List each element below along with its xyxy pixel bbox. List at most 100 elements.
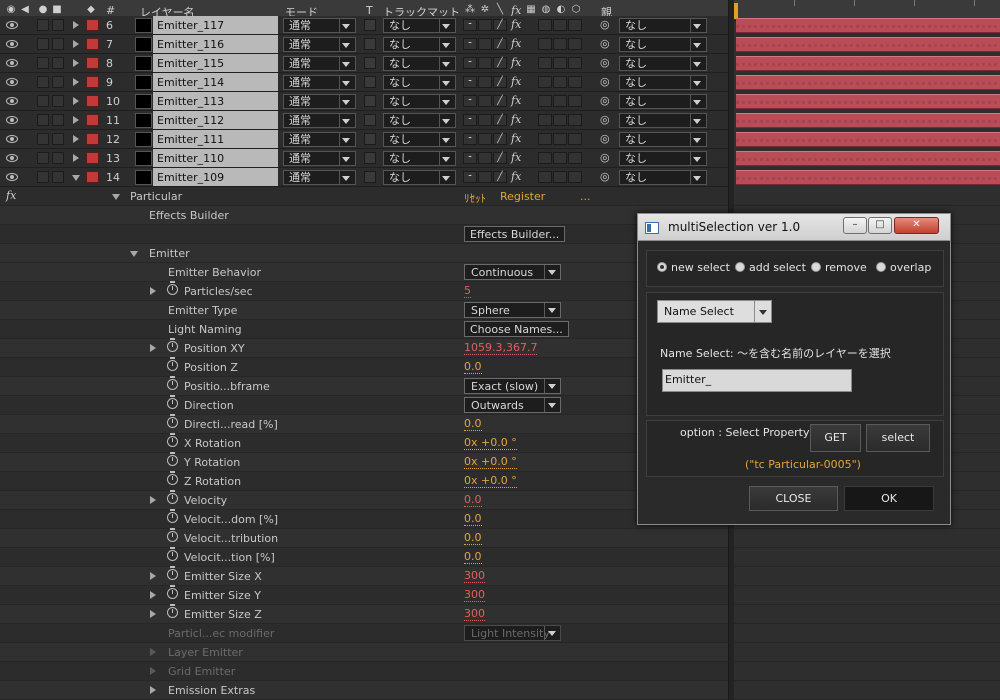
mode-dropdown[interactable]: 通常	[283, 113, 356, 128]
layer-label-color[interactable]	[86, 133, 99, 145]
layer-row[interactable]: 7 Emitter_116 通常 なし ⁃ ╱ fx ◎ なし	[0, 35, 728, 54]
collapse-switch[interactable]	[478, 171, 492, 183]
quality-switch-icon[interactable]: ╱	[493, 114, 507, 126]
layer-row[interactable]: 13 Emitter_110 通常 なし ⁃ ╱ fx ◎ なし	[0, 149, 728, 168]
shy-switch[interactable]: ⁃	[463, 114, 477, 126]
fx-switch-icon[interactable]: fx	[511, 151, 521, 164]
adjustment-switch[interactable]	[568, 171, 582, 183]
stopwatch-icon[interactable]	[167, 433, 178, 447]
layer-row[interactable]: 12 Emitter_111 通常 なし ⁃ ╱ fx ◎ なし	[0, 130, 728, 149]
quality-switch-icon[interactable]: ╱	[493, 95, 507, 107]
shy-switch[interactable]: ⁃	[463, 57, 477, 69]
property-value[interactable]: 1059.3,367.7	[464, 342, 538, 355]
motion-blur-switch[interactable]	[553, 133, 567, 145]
pick-whip-icon[interactable]: ◎	[600, 18, 610, 31]
property-value[interactable]: 0.0	[464, 551, 482, 564]
layer-duration-bar[interactable]	[736, 56, 1000, 71]
parent-dropdown[interactable]: なし	[619, 75, 707, 90]
property-dropdown[interactable]: Sphere	[464, 302, 561, 318]
audio-icon[interactable]: ◀	[20, 5, 30, 15]
quality-switch-icon[interactable]: ╱	[493, 19, 507, 31]
solo-toggle[interactable]	[37, 57, 49, 69]
frame-blend-switch[interactable]	[538, 133, 552, 145]
visibility-eye-icon[interactable]	[6, 116, 18, 124]
expand-triangle-icon[interactable]	[73, 135, 79, 143]
property-value[interactable]: 300	[464, 570, 485, 583]
property-value[interactable]: 0.0	[464, 532, 482, 545]
fx-switch-icon[interactable]: fx	[511, 37, 521, 50]
frame-blend-switch[interactable]	[538, 76, 552, 88]
layer-label-color[interactable]	[86, 57, 99, 69]
adjustment-switch[interactable]	[568, 19, 582, 31]
track-matte-dropdown[interactable]: なし	[383, 37, 456, 52]
visibility-eye-icon[interactable]	[6, 97, 18, 105]
collapse-switch[interactable]	[478, 19, 492, 31]
solo-toggle[interactable]	[37, 114, 49, 126]
stopwatch-icon[interactable]	[167, 357, 178, 371]
property-button[interactable]: Choose Names...	[464, 321, 569, 337]
motion-blur-switch[interactable]	[553, 57, 567, 69]
expand-triangle-icon[interactable]	[73, 21, 79, 29]
mode-dropdown[interactable]: 通常	[283, 56, 356, 71]
layer-name[interactable]: Emitter_112	[153, 111, 278, 129]
parent-dropdown[interactable]: なし	[619, 170, 707, 185]
fx-switch-icon[interactable]: fx	[511, 170, 521, 183]
visibility-eye-icon[interactable]	[6, 78, 18, 86]
radio-new-select[interactable]: new select	[657, 261, 730, 274]
mode-dropdown[interactable]: 通常	[283, 37, 356, 52]
lock-toggle[interactable]	[52, 19, 64, 31]
adjustment-switch[interactable]	[568, 152, 582, 164]
fx-switch-icon[interactable]: fx	[511, 94, 521, 107]
property-value[interactable]: 0x +0.0 °	[464, 437, 517, 450]
track-matte-dropdown[interactable]: なし	[383, 56, 456, 71]
layer-duration-bar[interactable]	[736, 75, 1000, 90]
stopwatch-icon[interactable]	[167, 281, 178, 295]
shy-switch[interactable]: ⁃	[463, 19, 477, 31]
frame-blend-switch[interactable]	[538, 95, 552, 107]
expand-triangle-icon[interactable]	[73, 97, 79, 105]
preserve-transparency-toggle[interactable]	[364, 171, 376, 183]
track-matte-dropdown[interactable]: なし	[383, 113, 456, 128]
av-toggle-eye-icon[interactable]: ◉	[6, 5, 16, 15]
shy-switch[interactable]: ⁃	[463, 152, 477, 164]
parent-dropdown[interactable]: なし	[619, 151, 707, 166]
frame-blend-switch[interactable]	[538, 114, 552, 126]
visibility-eye-icon[interactable]	[6, 59, 18, 67]
get-button[interactable]: GET	[810, 424, 861, 452]
expand-triangle-icon[interactable]	[150, 344, 156, 352]
track-matte-dropdown[interactable]: なし	[383, 151, 456, 166]
expand-triangle-icon[interactable]	[73, 59, 79, 67]
frame-blend-switch[interactable]	[538, 152, 552, 164]
3d-layer-icon[interactable]: ⬡	[571, 5, 581, 15]
frame-blend-switch[interactable]	[538, 19, 552, 31]
quality-switch-icon[interactable]: ╱	[493, 38, 507, 50]
collapse-switch[interactable]	[478, 95, 492, 107]
select-type-dropdown[interactable]: Name Select	[657, 300, 772, 323]
stopwatch-icon[interactable]	[167, 452, 178, 466]
mode-dropdown[interactable]: 通常	[283, 132, 356, 147]
register-link[interactable]: Register	[500, 190, 545, 203]
visibility-eye-icon[interactable]	[6, 40, 18, 48]
stopwatch-icon[interactable]	[167, 414, 178, 428]
stopwatch-icon[interactable]	[167, 338, 178, 352]
stopwatch-icon[interactable]	[167, 376, 178, 390]
expand-triangle-icon[interactable]	[73, 154, 79, 162]
layer-duration-bar[interactable]	[736, 18, 1000, 33]
parent-dropdown[interactable]: なし	[619, 132, 707, 147]
adjustment-switch[interactable]	[568, 95, 582, 107]
layer-label-color[interactable]	[86, 19, 99, 31]
collapse-switch[interactable]	[478, 133, 492, 145]
parent-dropdown[interactable]: なし	[619, 94, 707, 109]
property-value[interactable]: 0.0	[464, 361, 482, 374]
property-value[interactable]: 300	[464, 608, 485, 621]
layer-label-color[interactable]	[86, 38, 99, 50]
shy-icon[interactable]: ⁂	[465, 5, 475, 15]
property-value[interactable]: 0.0	[464, 418, 482, 431]
expand-triangle-icon[interactable]	[150, 610, 156, 618]
radio-remove[interactable]: remove	[811, 261, 867, 274]
motion-blur-icon[interactable]: ◍	[541, 5, 551, 15]
motion-blur-switch[interactable]	[553, 95, 567, 107]
stopwatch-icon[interactable]	[167, 585, 178, 599]
solo-toggle[interactable]	[37, 76, 49, 88]
collapse-triangle-icon[interactable]	[72, 175, 80, 181]
